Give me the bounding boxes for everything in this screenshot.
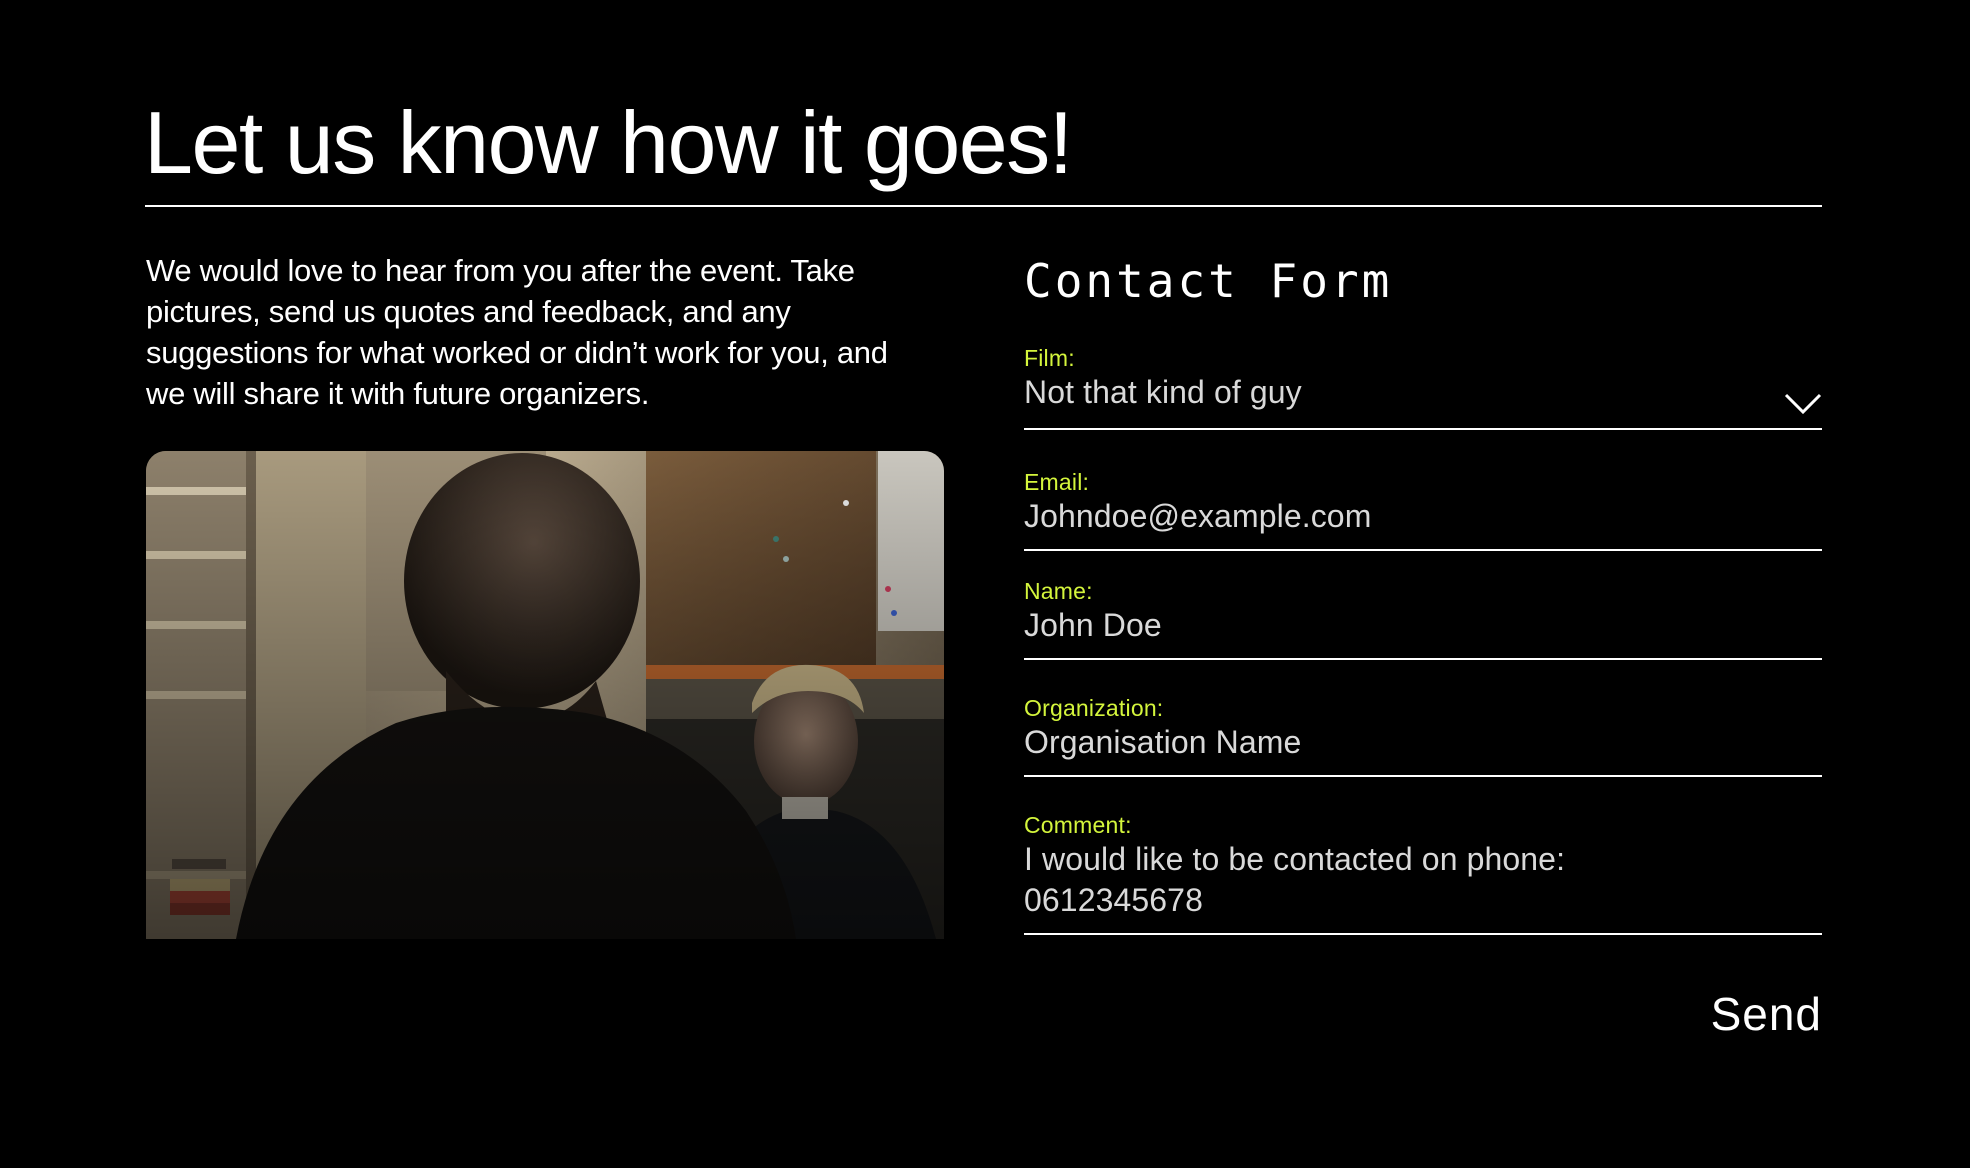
film-select-value[interactable]: Not that kind of guy xyxy=(1024,372,1822,413)
name-field[interactable]: Name: John Doe xyxy=(1024,577,1822,660)
send-button[interactable]: Send xyxy=(1711,986,1822,1042)
email-label: Email: xyxy=(1024,469,1090,495)
name-label: Name: xyxy=(1024,578,1093,604)
contact-form-title: Contact Form xyxy=(1024,254,1393,308)
comment-field[interactable]: Comment: I would like to be contacted on… xyxy=(1024,811,1822,935)
page-title: Let us know how it goes! xyxy=(144,93,1073,192)
name-input[interactable]: John Doe xyxy=(1024,605,1822,646)
title-divider xyxy=(145,205,1822,207)
organization-field[interactable]: Organization: Organisation Name xyxy=(1024,694,1822,777)
chevron-down-icon[interactable] xyxy=(1784,392,1822,416)
film-select[interactable]: Film: Not that kind of guy xyxy=(1024,344,1822,430)
organization-label: Organization: xyxy=(1024,695,1164,721)
email-field[interactable]: Email: Johndoe@example.com xyxy=(1024,468,1822,551)
comment-label: Comment: xyxy=(1024,812,1132,838)
email-input[interactable]: Johndoe@example.com xyxy=(1024,496,1822,537)
comment-textarea[interactable]: I would like to be contacted on phone: 0… xyxy=(1024,839,1822,921)
intro-text: We would love to hear from you after the… xyxy=(146,253,888,411)
organization-input[interactable]: Organisation Name xyxy=(1024,722,1822,763)
film-still-image xyxy=(146,451,944,939)
film-label: Film: xyxy=(1024,345,1075,371)
